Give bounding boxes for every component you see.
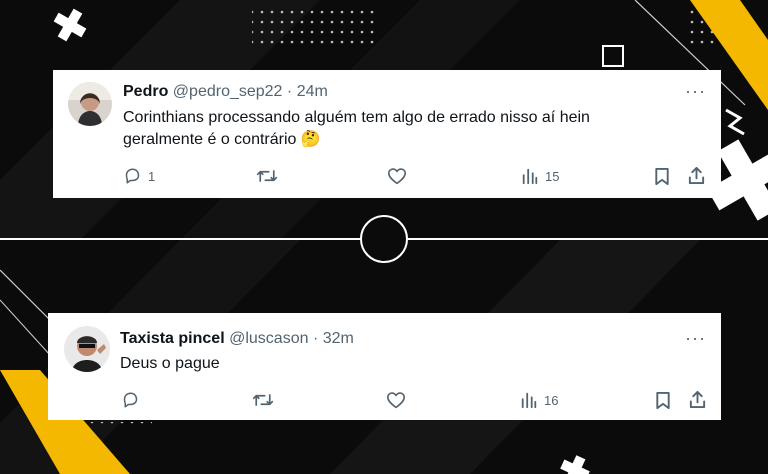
share-icon <box>688 166 705 185</box>
heart-icon <box>387 392 405 409</box>
share-button[interactable] <box>688 390 707 409</box>
tweet-text: Deus o pague <box>120 353 220 375</box>
tweet-text: Corinthians processando alguém tem algo … <box>123 107 703 151</box>
author-name[interactable]: Taxista pincel <box>120 330 225 347</box>
tweet-text-line-content: geralmente é o contrário <box>123 131 297 148</box>
tweet-card: Pedro @pedro_sep22 · 24m ··· Corinthians… <box>53 70 721 198</box>
tweet-text-line: Corinthians processando alguém tem algo … <box>123 109 590 126</box>
author-name[interactable]: Pedro <box>123 83 168 100</box>
separator-dot: · <box>286 83 293 100</box>
more-options-icon[interactable]: ··· <box>685 328 706 349</box>
heart-icon <box>388 168 406 185</box>
avatar-image <box>68 82 112 126</box>
like-button[interactable] <box>387 167 407 185</box>
author-handle[interactable]: @pedro_sep22 <box>173 83 283 100</box>
separator-dot: · <box>312 330 319 347</box>
views-icon <box>522 168 538 185</box>
reply-count: 1 <box>148 168 156 184</box>
views-count: 16 <box>544 392 559 408</box>
retweet-icon <box>256 170 278 182</box>
plus-shape-top-left <box>53 8 87 42</box>
share-icon <box>689 390 706 409</box>
avatar[interactable] <box>64 326 110 372</box>
tweet-time[interactable]: 32m <box>323 330 354 347</box>
views-button[interactable]: 15 <box>521 167 559 185</box>
views-button[interactable]: 16 <box>520 391 558 409</box>
share-button[interactable] <box>687 166 706 185</box>
bookmark-icon <box>655 167 669 186</box>
reply-button[interactable] <box>121 391 140 409</box>
reply-button[interactable]: 1 <box>123 167 155 185</box>
dot-pattern-top <box>252 8 378 44</box>
avatar-image <box>64 326 110 372</box>
retweet-button[interactable] <box>252 391 274 409</box>
more-options-icon[interactable]: ··· <box>685 81 706 102</box>
reply-icon <box>123 392 138 408</box>
retweet-button[interactable] <box>256 167 278 185</box>
tweet-header: Taxista pincel @luscason · 32m <box>120 330 354 348</box>
tweet-text-line: geralmente é o contrário 🤔 <box>123 129 703 151</box>
retweet-icon <box>252 394 274 406</box>
views-icon <box>521 392 537 409</box>
author-handle[interactable]: @luscason <box>229 330 308 347</box>
tweet-header: Pedro @pedro_sep22 · 24m <box>123 83 328 101</box>
views-count: 15 <box>545 168 560 184</box>
plus-shape-bottom <box>560 455 590 474</box>
bookmark-icon <box>656 391 670 410</box>
like-button[interactable] <box>386 391 406 409</box>
tweet-text-line: Deus o pague <box>120 355 220 372</box>
square-outline <box>602 45 624 67</box>
avatar[interactable] <box>68 82 112 126</box>
center-circle <box>360 215 408 263</box>
bookmark-button[interactable] <box>654 167 670 186</box>
bookmark-button[interactable] <box>655 391 671 410</box>
tweet-card: Taxista pincel @luscason · 32m ··· Deus … <box>48 313 721 420</box>
reply-icon <box>125 168 140 184</box>
zigzag <box>725 108 745 136</box>
thinking-emoji: 🤔 <box>300 131 321 148</box>
tweet-time[interactable]: 24m <box>297 83 328 100</box>
